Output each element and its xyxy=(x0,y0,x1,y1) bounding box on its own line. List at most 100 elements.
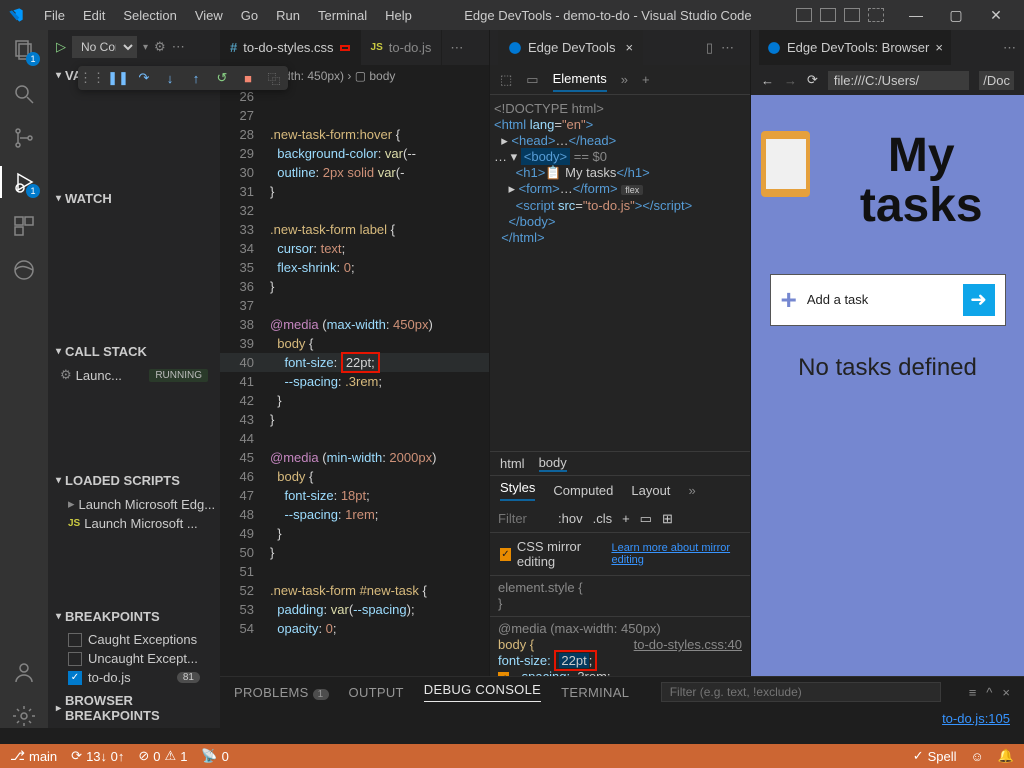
layout-icon-1[interactable] xyxy=(796,8,812,22)
more-icon[interactable]: ⋯ xyxy=(1003,40,1016,56)
more-icon[interactable]: ⋯ xyxy=(172,39,185,55)
menu-terminal[interactable]: Terminal xyxy=(310,4,375,27)
callstack-item[interactable]: ⚙Launc... RUNNING xyxy=(48,365,220,385)
dom-node[interactable]: </body> xyxy=(494,214,746,230)
styles-icon[interactable]: ▭ xyxy=(640,511,652,527)
cls-toggle[interactable]: .cls xyxy=(593,511,613,526)
menu-file[interactable]: File xyxy=(36,4,73,27)
debug-console-icon[interactable]: ⿻ xyxy=(266,70,282,86)
more-tabs-icon[interactable]: » xyxy=(621,72,628,87)
add-task-input[interactable]: + Add a task ➜ xyxy=(770,274,1006,326)
start-debug-icon[interactable]: ▷ xyxy=(56,39,66,55)
menu-selection[interactable]: Selection xyxy=(115,4,184,27)
spell-indicator[interactable]: ✓ Spell xyxy=(913,748,957,764)
reload-icon[interactable]: ⟳ xyxy=(807,72,818,88)
explorer-icon[interactable]: 1 xyxy=(12,38,36,62)
breakpoint-file[interactable]: ✓to-do.js81 xyxy=(48,668,220,687)
debug-step-out-icon[interactable]: ↑ xyxy=(188,70,204,86)
edge-icon[interactable] xyxy=(12,258,36,282)
loaded-script-item[interactable]: ▸Launch Microsoft Edg... xyxy=(48,494,220,514)
computed-tab[interactable]: Computed xyxy=(553,483,613,498)
dom-node[interactable]: <script src="to-do.js"></script> xyxy=(494,198,746,214)
breakpoint-uncaught[interactable]: Uncaught Except... xyxy=(48,649,220,668)
more-tabs-icon[interactable]: » xyxy=(688,483,695,498)
panel-close-icon[interactable]: × xyxy=(1002,685,1010,700)
debug-restart-icon[interactable]: ↺ xyxy=(214,70,230,86)
loaded-script-item[interactable]: JSLaunch Microsoft ... xyxy=(48,514,220,533)
problems-tab[interactable]: PROBLEMS1 xyxy=(234,685,329,700)
more-icon[interactable]: ⋯ xyxy=(713,40,742,56)
elements-tab[interactable]: Elements xyxy=(553,67,607,92)
port-indicator[interactable]: 📡 0 xyxy=(201,748,228,764)
styles-icon[interactable]: ⊞ xyxy=(662,511,673,527)
back-icon[interactable]: ← xyxy=(761,73,774,88)
split-icon[interactable]: ▯ xyxy=(706,40,713,56)
debug-console-tab[interactable]: DEBUG CONSOLE xyxy=(424,682,541,702)
styles-filter-input[interactable] xyxy=(498,511,548,526)
tab-css[interactable]: # to-do-styles.css xyxy=(220,30,361,65)
terminal-tab[interactable]: TERMINAL xyxy=(561,685,629,700)
add-tab-icon[interactable]: + xyxy=(642,72,650,87)
dom-node[interactable]: ▸ <head>…</head> xyxy=(494,133,746,149)
close-icon[interactable]: × xyxy=(625,40,633,55)
debug-toolbar[interactable]: ⋮⋮ ❚❚ ↷ ↓ ↑ ↺ ■ ⿻ xyxy=(78,66,288,90)
settings-gear-icon[interactable] xyxy=(12,704,36,728)
close-button[interactable]: ✕ xyxy=(976,3,1016,28)
dom-node[interactable]: <h1>📋 My tasks</h1> xyxy=(494,165,746,181)
layout-tab[interactable]: Layout xyxy=(631,483,670,498)
device-icon[interactable]: ▭ xyxy=(526,72,538,88)
url-bar[interactable]: file:///C:/Users/ xyxy=(828,71,969,90)
callstack-section[interactable]: ▾CALL STACK xyxy=(48,340,220,363)
maximize-button[interactable]: ▢ xyxy=(936,3,976,28)
errors-indicator[interactable]: ⊘ 0 ⚠ 1 xyxy=(138,748,187,764)
menu-edit[interactable]: Edit xyxy=(75,4,113,27)
close-icon[interactable]: × xyxy=(935,40,943,55)
console-source-link[interactable]: to-do.js:105 xyxy=(942,711,1010,726)
menu-view[interactable]: View xyxy=(187,4,231,27)
layout-icon-3[interactable] xyxy=(844,8,860,22)
account-icon[interactable] xyxy=(12,660,36,684)
branch-indicator[interactable]: ⎇ main xyxy=(10,748,57,764)
feedback-icon[interactable]: ☺ xyxy=(971,749,984,764)
tab-js[interactable]: JS to-do.js xyxy=(361,30,443,65)
dom-node[interactable]: <html lang="en"> xyxy=(494,117,746,133)
panel-menu-icon[interactable]: ≡ xyxy=(969,685,977,700)
more-tabs-icon[interactable]: ⋯ xyxy=(442,40,471,56)
gear-icon[interactable]: ⚙ xyxy=(154,39,166,55)
dom-tree[interactable]: <!DOCTYPE html> <html lang="en"> ▸ <head… xyxy=(490,95,750,252)
watch-section[interactable]: ▾WATCH xyxy=(48,187,220,210)
mirror-learn-link[interactable]: Learn more about mirror editing xyxy=(611,542,740,566)
output-tab[interactable]: OUTPUT xyxy=(349,685,404,700)
preview-tab[interactable]: Edge DevTools: Browser × xyxy=(759,30,951,65)
breakpoints-section[interactable]: ▾BREAKPOINTS xyxy=(48,605,220,628)
breadcrumb-html[interactable]: html xyxy=(500,456,525,471)
debug-pause-icon[interactable]: ❚❚ xyxy=(110,70,126,86)
run-debug-icon[interactable]: 1 xyxy=(12,170,36,194)
source-link[interactable]: to-do-styles.css:40 xyxy=(634,637,742,653)
breakpoint-caught[interactable]: Caught Exceptions xyxy=(48,630,220,649)
inspect-icon[interactable]: ⬚ xyxy=(500,72,512,88)
panel-filter-input[interactable] xyxy=(661,682,941,702)
dom-node[interactable]: <!DOCTYPE html> xyxy=(494,101,746,117)
browser-breakpoints-section[interactable]: ▸BROWSER BREAKPOINTS xyxy=(48,689,220,727)
devtools-tab[interactable]: Edge DevTools × xyxy=(498,30,643,65)
add-rule-icon[interactable]: + xyxy=(622,511,630,526)
mirror-checkbox[interactable]: ✓ xyxy=(500,548,511,561)
minimize-button[interactable]: — xyxy=(896,3,936,28)
panel-maximize-icon[interactable]: ^ xyxy=(986,685,992,700)
styles-tab[interactable]: Styles xyxy=(500,480,535,501)
sync-indicator[interactable]: ⟳ 13↓ 0↑ xyxy=(71,748,124,764)
submit-arrow-icon[interactable]: ➜ xyxy=(963,284,995,316)
search-icon[interactable] xyxy=(12,82,36,106)
launch-config-select[interactable]: No Cor xyxy=(72,36,137,58)
forward-icon[interactable]: → xyxy=(784,73,797,88)
debug-step-over-icon[interactable]: ↷ xyxy=(136,70,152,86)
bell-icon[interactable]: 🔔 xyxy=(998,748,1014,764)
extensions-icon[interactable] xyxy=(12,214,36,238)
styles-rules[interactable]: element.style { } xyxy=(490,575,750,616)
debug-stop-icon[interactable]: ■ xyxy=(240,70,256,86)
breadcrumb-body[interactable]: body xyxy=(539,455,567,472)
dom-node[interactable]: </html> xyxy=(494,230,746,246)
loaded-scripts-section[interactable]: ▾LOADED SCRIPTS xyxy=(48,469,220,492)
menu-go[interactable]: Go xyxy=(233,4,266,27)
